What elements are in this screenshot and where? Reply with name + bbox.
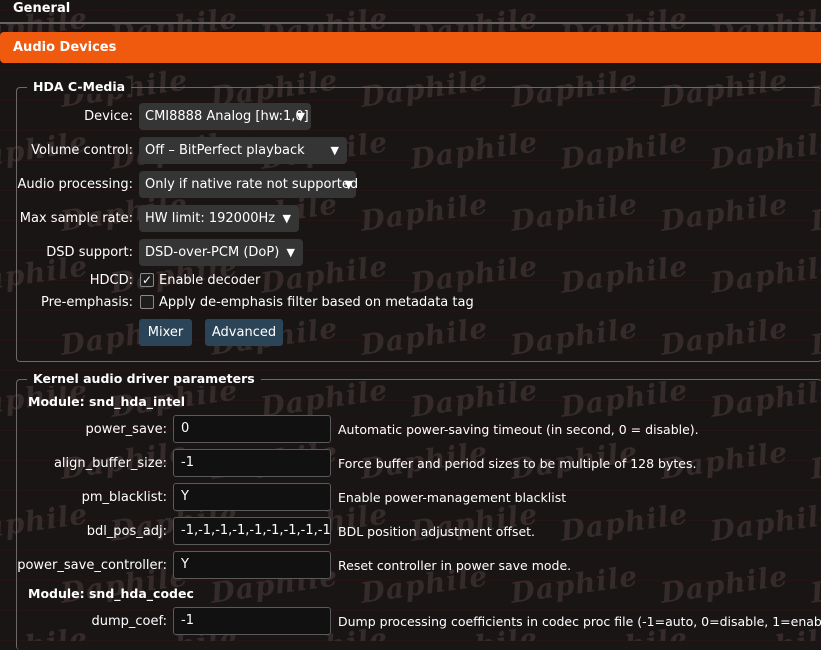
audio-processing-value: Only if native rate not supported	[145, 177, 359, 192]
audio-processing-select[interactable]: Only if native rate not supported ▼	[139, 171, 359, 198]
advanced-button[interactable]: Advanced	[205, 319, 283, 346]
module-snd-hda-codec-heading: Module: snd_hda_codec	[28, 586, 194, 601]
volume-control-select[interactable]: Off – BitPerfect playback ▼	[139, 137, 347, 164]
general-title: General	[13, 1, 71, 16]
audio-devices-header[interactable]: Audio Devices	[0, 32, 821, 63]
max-sample-rate-select[interactable]: HW limit: 192000Hz ▼	[139, 205, 299, 232]
chevron-down-icon: ▼	[282, 212, 291, 225]
hdcd-label: HDCD:	[89, 273, 133, 288]
check-icon: ✓	[141, 273, 153, 287]
max-sample-rate-label: Max sample rate:	[19, 211, 133, 226]
volume-control-label: Volume control:	[31, 143, 133, 158]
chevron-down-icon: ▼	[286, 246, 295, 259]
dump-coef-description: Dump processing coefficients in codec pr…	[338, 614, 821, 629]
general-section-header[interactable]: General	[0, 0, 821, 24]
dump-coef-input[interactable]: -1	[173, 607, 331, 635]
hdcd-checkbox-label: Enable decoder	[159, 273, 261, 288]
power-save-controller-input[interactable]: Y	[173, 551, 331, 579]
audio-devices-title: Audio Devices	[13, 40, 117, 55]
pre-emphasis-checkbox[interactable]	[140, 295, 154, 309]
chevron-down-icon: ▼	[344, 178, 353, 191]
device-select-value: CMI8888 Analog [hw:1,0]	[145, 109, 309, 124]
bdl-pos-adj-input[interactable]: -1,-1,-1,-1,-1,-1,-1,-1,-1,	[173, 517, 331, 545]
pre-emphasis-checkbox-label: Apply de-emphasis filter based on metada…	[159, 295, 474, 310]
chevron-down-icon: ▼	[296, 110, 305, 123]
dump-coef-label: dump_coef:	[91, 614, 168, 629]
align-buffer-size-input[interactable]: -1	[173, 449, 331, 477]
bdl-pos-adj-label: bdl_pos_adj:	[86, 524, 167, 539]
pm-blacklist-input[interactable]: Y	[173, 483, 331, 511]
kernel-params-box: Kernel audio driver parameters	[16, 371, 821, 650]
volume-control-value: Off – BitPerfect playback	[145, 143, 305, 158]
align-buffer-size-description: Force buffer and period sizes to be mult…	[338, 456, 697, 471]
power-save-controller-label: power_save_controller:	[17, 558, 167, 573]
hdcd-checkbox[interactable]: ✓	[140, 273, 154, 287]
dsd-support-label: DSD support:	[46, 245, 133, 260]
device-label: Device:	[84, 109, 133, 124]
device-box-legend: HDA C-Media	[27, 79, 132, 94]
align-buffer-size-label: align_buffer_size:	[53, 456, 167, 471]
power-save-input[interactable]: 0	[173, 415, 331, 443]
pm-blacklist-description: Enable power-management blacklist	[338, 490, 567, 505]
dsd-support-value: DSD-over-PCM (DoP)	[145, 245, 280, 260]
power-save-label: power_save:	[85, 422, 168, 437]
bdl-pos-adj-description: BDL position adjustment offset.	[338, 524, 536, 539]
module-snd-hda-intel-heading: Module: snd_hda_intel	[28, 394, 185, 409]
audio-processing-label: Audio processing:	[17, 177, 133, 192]
device-select[interactable]: CMI8888 Analog [hw:1,0] ▼	[139, 103, 311, 130]
chevron-down-icon: ▼	[330, 144, 339, 157]
power-save-controller-description: Reset controller in power save mode.	[338, 558, 572, 573]
max-sample-rate-value: HW limit: 192000Hz	[145, 211, 276, 226]
power-save-description: Automatic power-saving timeout (in secon…	[338, 422, 699, 437]
dsd-support-select[interactable]: DSD-over-PCM (DoP) ▼	[139, 239, 303, 266]
kernel-box-legend: Kernel audio driver parameters	[27, 371, 261, 386]
device-settings-box: HDA C-Media	[16, 79, 821, 362]
pm-blacklist-label: pm_blacklist:	[81, 490, 167, 505]
mixer-button[interactable]: Mixer	[139, 319, 192, 346]
pre-emphasis-label: Pre-emphasis:	[40, 295, 133, 310]
